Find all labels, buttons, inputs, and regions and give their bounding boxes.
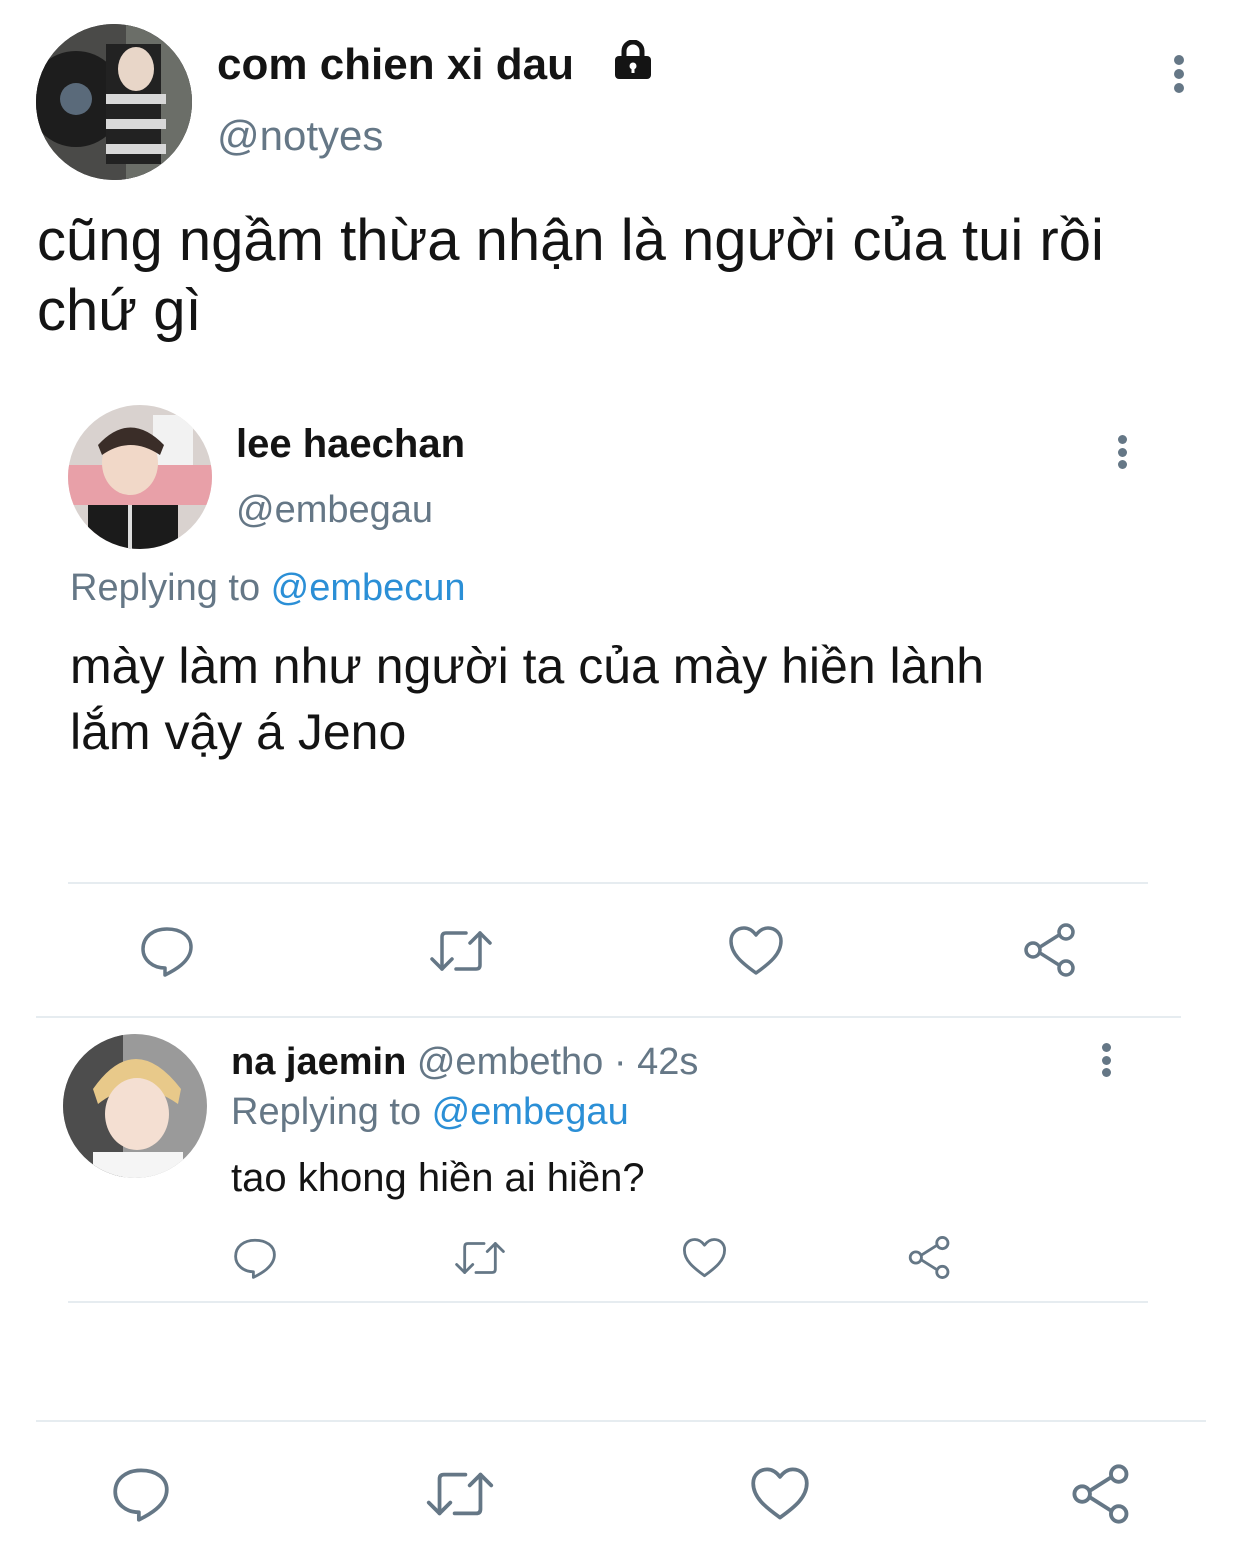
reply-avatar[interactable] <box>63 1034 207 1178</box>
reply-time[interactable]: 42s <box>637 1041 698 1083</box>
quoted-display-name[interactable]: lee haechan <box>236 420 465 468</box>
bottom-divider <box>36 1420 1206 1422</box>
reply-separator: · <box>613 1041 627 1083</box>
lock-icon <box>612 39 654 80</box>
reply-header-line: na jaemin @embetho · 42s <box>231 1038 698 1086</box>
quoted-reply-icon[interactable] <box>140 925 194 977</box>
main-avatar[interactable] <box>36 24 192 180</box>
quoted-handle[interactable]: @embegau <box>236 486 433 534</box>
quoted-tweet-text-line2: lắm vậy á Jeno <box>70 704 407 760</box>
main-more-icon[interactable] <box>1170 55 1188 93</box>
reply-handle[interactable]: @embetho <box>417 1041 603 1083</box>
quoted-tweet-text: mày làm như người ta của mày hiền lành l… <box>70 633 1170 765</box>
main-tweet-text-line1: cũng ngầm thừa nhận là người của tui rồi <box>37 208 1104 273</box>
bottom-share-icon[interactable] <box>1070 1463 1132 1525</box>
quoted-retweet-icon[interactable] <box>430 925 492 977</box>
quoted-replying-line: Replying to @embecun <box>70 564 466 612</box>
quoted-like-icon[interactable] <box>728 925 784 977</box>
quoted-replying-prefix: Replying to <box>70 567 271 609</box>
bottom-retweet-icon[interactable] <box>426 1466 494 1522</box>
quoted-avatar[interactable] <box>68 405 212 549</box>
quoted-replying-mention[interactable]: @embecun <box>271 567 466 609</box>
bottom-reply-icon[interactable] <box>112 1466 170 1522</box>
quoted-tweet-text-line1: mày làm như người ta của mày hiền lành <box>70 638 985 694</box>
bottom-like-icon[interactable] <box>750 1466 810 1522</box>
reply-share-icon[interactable] <box>907 1235 952 1280</box>
quoted-bottom-divider <box>36 1016 1181 1018</box>
main-tweet-text: cũng ngầm thừa nhận là người của tui rồi… <box>37 206 1217 346</box>
reply-replying-prefix: Replying to <box>231 1091 432 1133</box>
reply-replying-mention[interactable]: @embegau <box>432 1091 629 1133</box>
reply-replying-line: Replying to @embegau <box>231 1088 629 1136</box>
quoted-more-icon[interactable] <box>1114 435 1130 469</box>
reply-display-name[interactable]: na jaemin <box>231 1041 406 1083</box>
reply-divider <box>68 1301 1148 1303</box>
main-display-name[interactable]: com chien xi dau <box>217 38 574 92</box>
reply-reply-icon[interactable] <box>233 1237 277 1279</box>
quoted-share-icon[interactable] <box>1022 922 1078 978</box>
reply-tweet-text: tao khong hiền ai hiền? <box>231 1156 645 1200</box>
quoted-divider <box>68 882 1148 884</box>
reply-retweet-icon[interactable] <box>455 1237 505 1279</box>
main-display-name-text: com chien xi dau <box>217 40 574 89</box>
reply-more-icon[interactable] <box>1098 1043 1114 1077</box>
main-tweet-text-line2: chứ gì <box>37 278 202 343</box>
main-handle[interactable]: @notyes <box>217 110 383 162</box>
reply-like-icon[interactable] <box>682 1237 727 1279</box>
